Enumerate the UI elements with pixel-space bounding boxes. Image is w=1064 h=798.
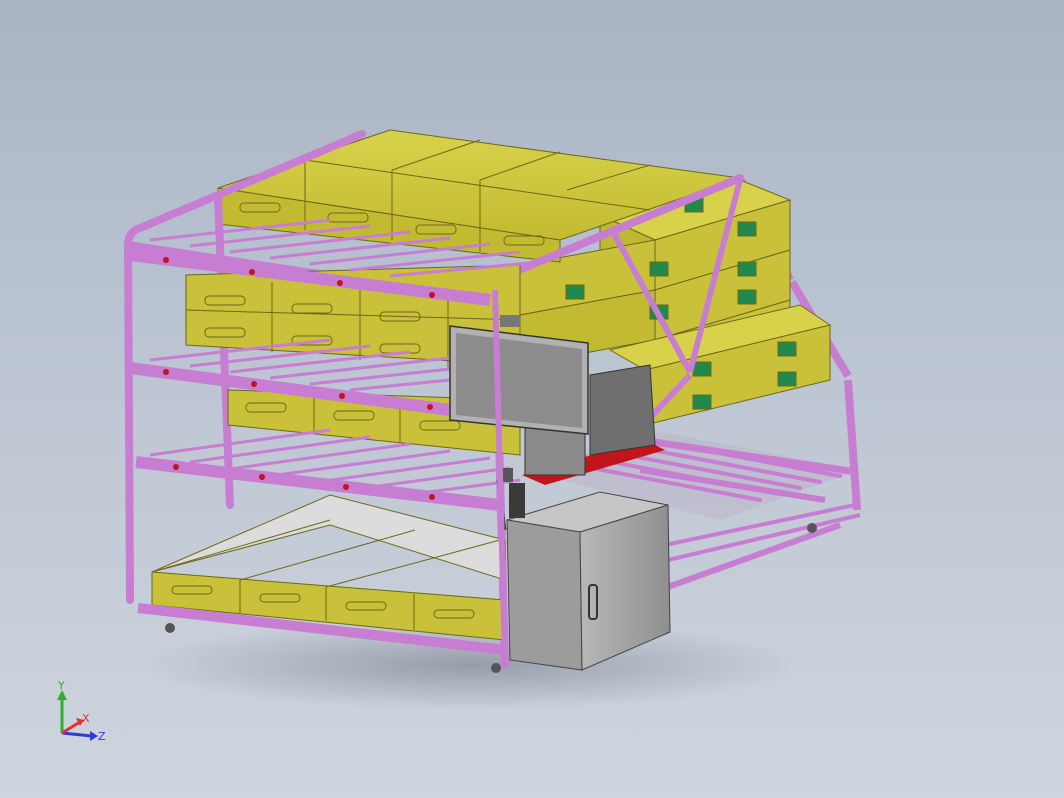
cad-viewport[interactable]: Y X Z [0, 0, 1064, 798]
x-axis-label: X [82, 712, 90, 725]
y-axis-label: Y [57, 679, 65, 692]
axis-triad: Y X Z [57, 679, 106, 743]
x-axis-line [61, 720, 81, 735]
z-axis-arrow-icon [90, 731, 98, 741]
z-axis-line [61, 731, 93, 738]
z-axis-label: Z [98, 730, 106, 743]
flow-rack-model[interactable] [0, 0, 1064, 798]
